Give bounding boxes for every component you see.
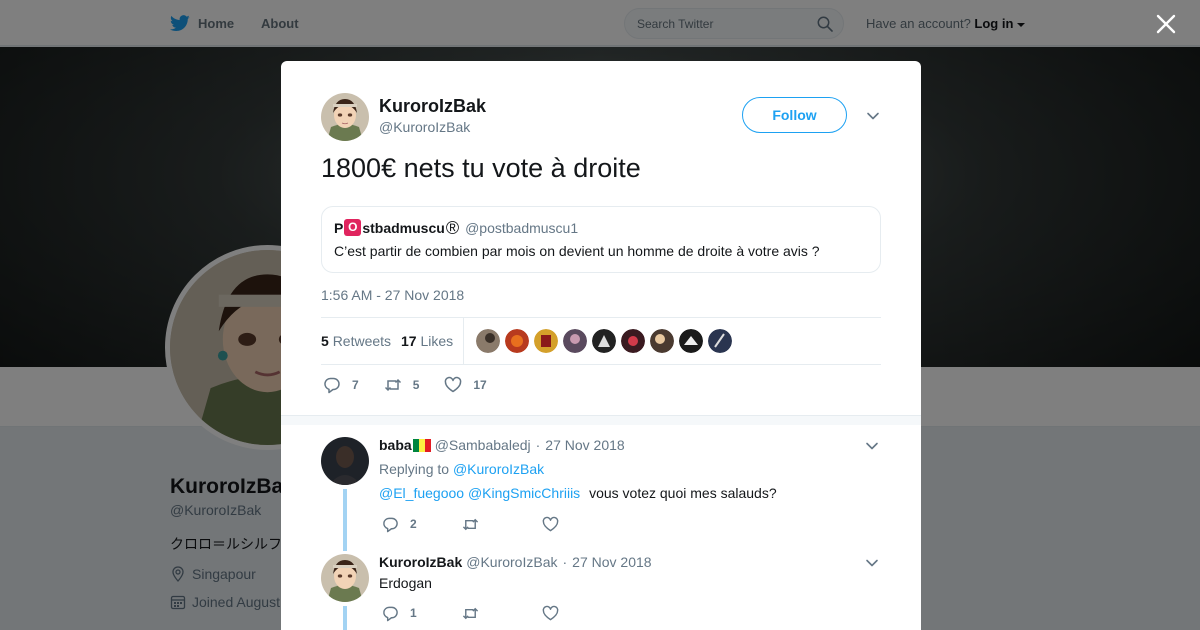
quoted-author-handle: @postbadmuscu1 — [465, 219, 579, 236]
quoted-author-name-prefix: P — [334, 219, 344, 236]
tweet-timestamp[interactable]: 1:56 AM - 27 Nov 2018 — [321, 287, 464, 303]
heart-icon — [542, 605, 559, 620]
like-button[interactable] — [542, 605, 622, 622]
likes-stat[interactable]: 17 Likes — [401, 333, 453, 349]
replying-to: Replying to @KuroroIzBak — [379, 461, 544, 477]
retweet-button[interactable] — [462, 605, 542, 622]
retweet-button[interactable] — [462, 516, 542, 533]
liker-avatar[interactable] — [679, 329, 703, 353]
like-button[interactable] — [542, 516, 622, 533]
reply-button[interactable]: 1 — [382, 605, 462, 622]
like-button[interactable]: 17 — [444, 376, 487, 394]
mention-link[interactable]: @El_fuegooo — [379, 485, 464, 501]
reply-date[interactable]: 27 Nov 2018 — [545, 437, 624, 453]
quoted-author-name-reg: ® — [445, 217, 460, 238]
reply-button[interactable]: 2 — [382, 516, 462, 533]
retweets-stat[interactable]: 5 Retweets — [321, 333, 391, 349]
stats-divider — [463, 318, 464, 364]
quoted-author-name-suffix: stbadmuscu — [362, 219, 445, 236]
close-icon[interactable] — [1154, 12, 1178, 36]
mention-link[interactable]: @KingSmicChriiis — [468, 485, 580, 501]
reply-date[interactable]: 27 Nov 2018 — [572, 554, 651, 570]
reply-author-handle[interactable]: @KuroroIzBak — [466, 554, 557, 570]
quoted-tweet-header: P O stbadmuscu ® @postbadmuscu1 — [334, 217, 579, 238]
quoted-tweet-text: C’est partir de combien par mois on devi… — [334, 243, 820, 259]
heart-icon — [445, 376, 462, 393]
quoted-tweet[interactable]: P O stbadmuscu ® @postbadmuscu1 C’est pa… — [321, 206, 881, 273]
follow-button[interactable]: Follow — [742, 97, 847, 133]
reply-count: 7 — [352, 378, 359, 392]
reply-author-handle[interactable]: @Sambabaledj — [435, 437, 531, 453]
reply-dot: · — [535, 437, 541, 453]
reply-count: 1 — [410, 606, 417, 620]
reply-icon — [324, 377, 340, 394]
liker-avatar[interactable] — [592, 329, 616, 353]
reply-author-avatar-image — [321, 554, 369, 602]
reply-icon — [383, 606, 398, 621]
replies-separator — [281, 415, 921, 425]
chevron-down-icon[interactable] — [866, 109, 880, 123]
reply-author-avatar-image — [321, 437, 369, 485]
liker-avatar[interactable] — [621, 329, 645, 353]
likes-label: Likes — [420, 333, 454, 349]
quoted-author-name-badge: O — [344, 219, 362, 236]
reply-tweet[interactable]: KuroroIzBak @KuroroIzBak · 27 Nov 2018 E… — [321, 554, 881, 630]
reply-dot: · — [562, 554, 568, 570]
author-avatar[interactable] — [321, 93, 369, 141]
reply-actions: 2 — [382, 515, 622, 533]
chevron-down-icon[interactable] — [865, 556, 879, 570]
liker-avatar[interactable] — [708, 329, 732, 353]
reply-count: 2 — [410, 517, 417, 531]
author-name[interactable]: KuroroIzBak — [379, 96, 486, 117]
thread-line — [343, 606, 347, 630]
reply-tweet[interactable]: baba @Sambabaledj · 27 Nov 2018 Replying… — [321, 437, 881, 551]
chevron-down-icon[interactable] — [865, 439, 879, 453]
replying-to-prefix: Replying to — [379, 461, 450, 477]
tweet-stats: 5 Retweets 17 Likes — [321, 317, 881, 365]
replying-to-link[interactable]: @KuroroIzBak — [453, 461, 544, 477]
retweet-button[interactable]: 5 — [384, 376, 420, 394]
reply-header: baba @Sambabaledj · 27 Nov 2018 — [379, 437, 625, 453]
like-count: 17 — [473, 378, 487, 392]
retweets-label: Retweets — [332, 333, 392, 349]
reply-text: @El_fuegooo @KingSmicChriiis vous votez … — [379, 485, 777, 501]
senegal-flag-icon — [412, 438, 431, 452]
reply-author-avatar[interactable] — [321, 437, 369, 485]
liker-avatar[interactable] — [563, 329, 587, 353]
heart-icon — [542, 516, 559, 531]
retweet-count: 5 — [412, 378, 420, 392]
liker-avatar[interactable] — [476, 329, 500, 353]
reply-text: Erdogan — [379, 575, 432, 591]
thread-line — [343, 489, 347, 551]
reply-author-avatar[interactable] — [321, 554, 369, 602]
author-handle[interactable]: @KuroroIzBak — [379, 119, 470, 135]
reply-header: KuroroIzBak @KuroroIzBak · 27 Nov 2018 — [379, 554, 652, 570]
tweet-text: 1800€ nets tu vote à droite — [321, 153, 641, 183]
reply-icon — [383, 517, 398, 532]
retweet-icon — [384, 378, 401, 392]
reply-text-body: vous votez quoi mes salauds? — [589, 485, 777, 501]
reply-author-name[interactable]: baba — [379, 437, 412, 453]
reply-actions: 1 — [382, 604, 622, 622]
retweet-icon — [462, 607, 479, 619]
author-avatar-image — [321, 93, 369, 141]
tweet-actions: 7 5 17 — [323, 375, 512, 395]
reply-button[interactable]: 7 — [323, 376, 359, 394]
liker-avatar[interactable] — [505, 329, 529, 353]
tweet-modal: KuroroIzBak @KuroroIzBak Follow 1800€ ne… — [281, 61, 921, 630]
liker-avatar[interactable] — [650, 329, 674, 353]
likers-avatars — [476, 329, 732, 353]
liker-avatar[interactable] — [534, 329, 558, 353]
likes-count: 17 — [401, 333, 417, 349]
reply-author-name[interactable]: KuroroIzBak — [379, 554, 462, 570]
retweet-icon — [462, 518, 479, 530]
retweets-count: 5 — [321, 333, 329, 349]
